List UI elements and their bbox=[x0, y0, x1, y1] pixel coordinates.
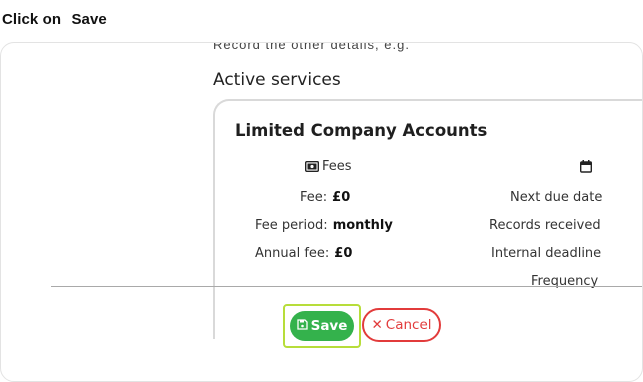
service-card: Limited Company Accounts Fees Fee: £0 Fe… bbox=[213, 99, 642, 339]
cancel-label: Cancel bbox=[385, 317, 432, 333]
save-button[interactable]: Save bbox=[290, 311, 354, 341]
fee-period-row: Fee period: monthly bbox=[255, 218, 393, 233]
close-icon: ✕ bbox=[371, 317, 383, 333]
fee-label: Fee: bbox=[300, 190, 328, 205]
task-instruction: Click on Save bbox=[2, 11, 107, 28]
edit-client-dialog: Record the other details, e.g. Active se… bbox=[0, 42, 643, 382]
fee-value: £0 bbox=[332, 190, 351, 205]
internal-deadline-label: Internal deadline bbox=[491, 246, 602, 261]
active-services-heading: Active services bbox=[213, 70, 341, 90]
save-highlight: Save bbox=[283, 304, 361, 348]
cancel-button[interactable]: ✕ Cancel bbox=[362, 308, 441, 342]
floppy-disk-icon bbox=[296, 318, 308, 334]
fee-row: Fee: £0 bbox=[300, 190, 350, 205]
instruction-prefix: Click on bbox=[2, 11, 62, 28]
fee-period-label: Fee period: bbox=[255, 218, 328, 233]
footer-divider bbox=[51, 286, 642, 287]
service-title: Limited Company Accounts bbox=[235, 121, 488, 140]
instruction-target: Save bbox=[71, 11, 107, 28]
annual-fee-row: Annual fee: £0 bbox=[255, 246, 352, 261]
money-icon bbox=[304, 160, 320, 176]
calendar-icon bbox=[579, 160, 593, 178]
clipped-text: Record the other details, e.g. bbox=[213, 42, 410, 52]
fees-heading: Fees bbox=[304, 159, 352, 176]
annual-fee-value: £0 bbox=[334, 246, 353, 261]
next-due-date-label: Next due date bbox=[510, 190, 603, 205]
annual-fee-label: Annual fee: bbox=[255, 246, 330, 261]
fee-period-value: monthly bbox=[332, 218, 393, 233]
records-received-label: Records received bbox=[489, 218, 601, 233]
save-label: Save bbox=[310, 318, 348, 334]
fees-heading-label: Fees bbox=[322, 159, 352, 174]
